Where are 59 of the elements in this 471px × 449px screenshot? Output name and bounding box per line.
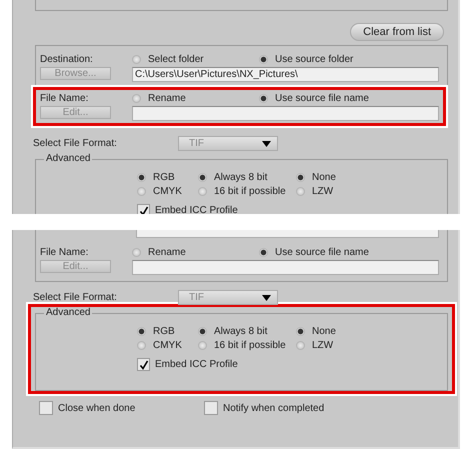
checkbox-label: Notify when completed <box>223 402 324 414</box>
radio-label: RGB <box>153 326 175 336</box>
path-field[interactable] <box>132 260 439 275</box>
radio-option[interactable]: LZW <box>296 338 336 352</box>
radio-label: 16 bit if possible <box>214 186 286 196</box>
checkbox-option[interactable]: Notify when completed <box>204 401 324 415</box>
format-label: Select File Format: <box>33 138 118 149</box>
radio-label: None <box>312 172 336 182</box>
radio-label: None <box>312 326 336 336</box>
clear-from-list-button[interactable]: Clear from list <box>350 23 444 41</box>
path-field[interactable]: C:\Users\User\Pictures\NX_Pictures\ <box>132 67 439 82</box>
row-label: Destination: <box>40 54 94 64</box>
radio-label: LZW <box>312 186 334 196</box>
checkbox-label: Close when done <box>58 402 136 414</box>
radio-option[interactable]: CMYK <box>137 338 198 352</box>
radio-option[interactable]: Use source file name <box>259 245 369 259</box>
radio-label: Always 8 bit <box>214 326 268 336</box>
radio-option[interactable]: RGB <box>137 170 198 184</box>
checkbox-option[interactable]: Embed ICC Profile <box>137 204 238 214</box>
dropdown-caret-icon <box>262 140 271 146</box>
file-list[interactable] <box>35 0 448 11</box>
radio-label: CMYK <box>153 186 182 196</box>
radio-option[interactable]: Use source file name <box>259 91 369 105</box>
checkbox-option[interactable]: Embed ICC Profile <box>137 358 238 371</box>
radio-label: Rename <box>148 246 186 258</box>
radio-label: Select folder <box>148 54 204 64</box>
dropdown-caret-icon <box>262 294 271 300</box>
radio-option[interactable]: CMYK <box>137 184 198 198</box>
radio-option[interactable]: RGB <box>137 324 198 338</box>
radio-option[interactable]: 16 bit if possible <box>198 338 296 352</box>
path-field[interactable] <box>132 106 439 121</box>
radio-label: Always 8 bit <box>214 172 268 182</box>
radio-label: 16 bit if possible <box>214 340 286 350</box>
radio-label: Use source file name <box>275 246 369 258</box>
radio-option[interactable]: Rename <box>132 91 259 105</box>
radio-option[interactable]: Always 8 bit <box>198 170 296 184</box>
checkbox-label: Embed ICC Profile <box>155 205 238 214</box>
radio-option[interactable]: 16 bit if possible <box>198 184 296 198</box>
radio-label: Rename <box>148 92 186 104</box>
radio-label: Use source file name <box>275 92 369 104</box>
radio-label: RGB <box>153 172 175 182</box>
row-label: File Name: <box>40 246 90 258</box>
radio-option[interactable]: Always 8 bit <box>198 324 296 338</box>
radio-option[interactable]: Use source folder <box>259 52 354 66</box>
radio-label: LZW <box>312 340 334 350</box>
radio-label: CMYK <box>153 340 182 350</box>
checkbox-label: Embed ICC Profile <box>155 359 238 370</box>
radio-label: Use source folder <box>275 54 354 64</box>
radio-option[interactable]: None <box>296 170 336 184</box>
radio-option[interactable]: LZW <box>296 184 336 198</box>
group-legend: Advanced <box>44 153 92 164</box>
row-label: File Name: <box>40 92 90 104</box>
group-legend: Advanced <box>44 307 92 318</box>
checkbox-option[interactable]: Close when done <box>39 401 204 415</box>
format-label: Select File Format: <box>33 292 118 303</box>
radio-option[interactable]: Rename <box>132 245 259 259</box>
radio-option[interactable]: None <box>296 324 336 338</box>
radio-option[interactable]: Select folder <box>132 52 259 66</box>
path-field[interactable] <box>136 230 439 238</box>
